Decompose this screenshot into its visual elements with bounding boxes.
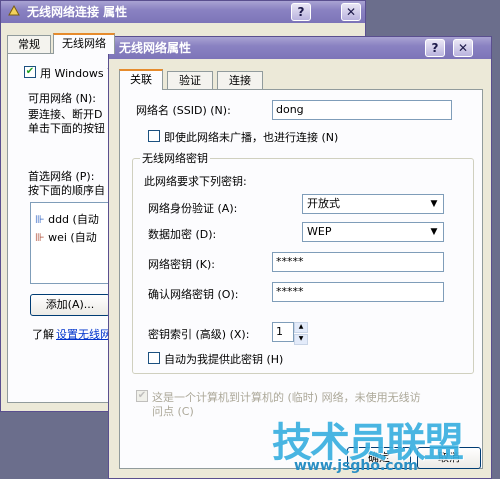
encryption-label: 数据加密 (D): — [148, 228, 217, 241]
back-title-bar[interactable]: 无线网络连接 属性 ? ✕ — [1, 1, 365, 23]
tab-wireless-networks[interactable]: 无线网络 — [53, 33, 115, 54]
list-item[interactable]: ⊪ wei (自动 — [35, 229, 97, 245]
front-tab-bar: 关联 验证 连接 — [119, 69, 319, 90]
network-key-input[interactable]: ***** — [272, 252, 444, 272]
front-close-button[interactable]: ✕ — [453, 39, 473, 57]
available-networks-label: 可用网络 (N): — [28, 92, 97, 105]
key-required-label: 此网络要求下列密钥: — [144, 175, 247, 188]
wireless-network-icon: ⊪ — [35, 213, 45, 226]
confirm-key-label: 确认网络密钥 (O): — [148, 288, 239, 301]
auth-select[interactable]: 开放式 ▼ — [302, 194, 444, 214]
learn-setup-link[interactable]: 设置无线网 — [56, 326, 111, 342]
add-network-button[interactable]: 添加(A)... — [30, 294, 110, 316]
network-key-label: 网络密钥 (K): — [148, 258, 215, 271]
stepper-down-icon[interactable]: ▼ — [294, 334, 308, 345]
wireless-network-icon: ⊪ — [35, 231, 45, 244]
key-index-label: 密钥索引 (高级) (X): — [148, 328, 250, 341]
back-close-button[interactable]: ✕ — [341, 3, 361, 21]
network-key-group-title: 无线网络密钥 — [140, 150, 210, 166]
network-connection-icon — [8, 4, 20, 16]
front-help-button[interactable]: ? — [425, 39, 445, 57]
ssid-label: 网络名 (SSID) (N): — [136, 104, 231, 117]
learn-prefix: 了解 — [32, 328, 54, 341]
adhoc-network-checkbox[interactable]: ✔ — [136, 390, 148, 402]
back-help-button[interactable]: ? — [291, 3, 311, 21]
watermark-url: www.jsgho.com — [294, 458, 418, 474]
stepper-up-icon[interactable]: ▲ — [294, 322, 308, 333]
front-window-title: 无线网络属性 — [119, 41, 192, 55]
key-index-input[interactable]: 1 — [272, 322, 294, 342]
auth-label: 网络身份验证 (A): — [148, 202, 238, 215]
adhoc-network-label-line2: 问点 (C) — [152, 405, 194, 418]
chevron-down-icon[interactable]: ▼ — [426, 224, 442, 240]
list-item[interactable]: ⊪ ddd (自动 — [35, 211, 99, 227]
tab-connection[interactable]: 连接 — [217, 71, 263, 89]
front-title-bar[interactable]: 无线网络属性 ? ✕ — [109, 37, 491, 59]
available-desc-line2: 单击下面的按钮 — [28, 122, 105, 135]
encryption-select[interactable]: WEP ▼ — [302, 222, 444, 242]
tab-association[interactable]: 关联 — [119, 69, 163, 90]
auto-provide-key-label: 自动为我提供此密钥 (H) — [164, 353, 284, 366]
confirm-key-input[interactable]: ***** — [272, 282, 444, 302]
use-windows-checkbox[interactable]: ✔ — [24, 66, 36, 78]
use-windows-label: 用 Windows 配 — [40, 67, 119, 80]
back-window-title: 无线网络连接 属性 — [27, 5, 128, 19]
auto-provide-key-checkbox[interactable] — [148, 352, 160, 364]
connect-if-not-broadcast-checkbox[interactable] — [148, 130, 160, 142]
connect-if-not-broadcast-label: 即使此网络未广播，也进行连接 (N) — [164, 131, 339, 144]
chevron-down-icon[interactable]: ▼ — [426, 196, 442, 212]
key-index-stepper[interactable]: ▲ ▼ — [294, 322, 308, 345]
ssid-input[interactable]: dong — [272, 100, 452, 120]
tab-authentication[interactable]: 验证 — [167, 71, 213, 89]
tab-general[interactable]: 常规 — [7, 35, 51, 53]
preferred-desc: 按下面的顺序自 — [28, 184, 105, 197]
